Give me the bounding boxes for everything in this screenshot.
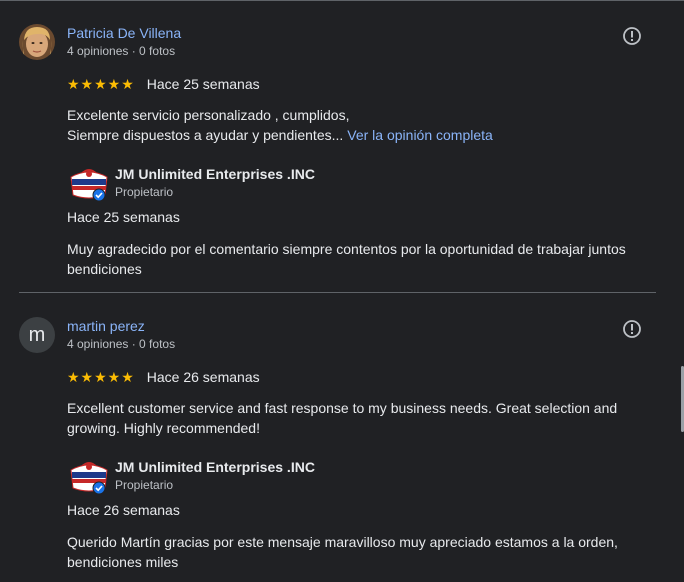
review-divider: [19, 292, 656, 293]
rating-row: ★★★★★ Hace 26 semanas: [67, 368, 260, 386]
star-rating: ★★★★★: [67, 368, 135, 385]
owner-name: JM Unlimited Enterprises .INC: [115, 166, 315, 182]
verified-badge-icon: [92, 188, 106, 201]
report-flag-icon[interactable]: [621, 318, 643, 340]
window-top-border: [0, 0, 684, 1]
avatar-photo: [19, 24, 55, 60]
owner-reply-time: Hace 26 semanas: [67, 502, 180, 518]
review-text: Excelente servicio personalizado , cumpl…: [67, 105, 667, 145]
review-text-line-2: Siempre dispuestos a ayudar y pendientes…: [67, 125, 667, 145]
avatar[interactable]: m: [19, 317, 55, 353]
reviewer-meta: 4 opiniones · 0 fotos: [67, 44, 176, 58]
review-text-line: Excelente servicio personalizado , cumpl…: [67, 107, 350, 123]
review-time: Hace 26 semanas: [146, 369, 260, 385]
owner-name: JM Unlimited Enterprises .INC: [115, 459, 315, 475]
rating-row: ★★★★★ Hace 25 semanas: [67, 75, 260, 93]
review-text: Excellent customer service and fast resp…: [67, 400, 618, 436]
star-rating: ★★★★★: [67, 75, 135, 92]
reviewer-meta: 4 opiniones · 0 fotos: [67, 337, 176, 351]
report-flag-icon[interactable]: [621, 25, 643, 47]
owner-reply-text: Querido Martín gracias por este mensaje …: [67, 534, 618, 570]
review-time: Hace 25 semanas: [146, 76, 260, 92]
owner-reply-text: Muy agradecido por el comentario siempre…: [67, 241, 626, 277]
see-full-review-link[interactable]: Ver la opinión completa: [347, 127, 493, 143]
verified-badge-icon: [92, 481, 106, 494]
avatar[interactable]: [19, 24, 55, 60]
review-text-truncated: Siempre dispuestos a ayudar y pendientes…: [67, 127, 344, 143]
reviewer-name[interactable]: Patricia De Villena: [67, 25, 181, 41]
owner-role: Propietario: [115, 185, 174, 199]
owner-role: Propietario: [115, 478, 174, 492]
business-logo: [70, 462, 108, 494]
owner-reply-time: Hace 25 semanas: [67, 209, 180, 225]
business-logo: [70, 169, 108, 201]
reviewer-name[interactable]: martin perez: [67, 318, 145, 334]
